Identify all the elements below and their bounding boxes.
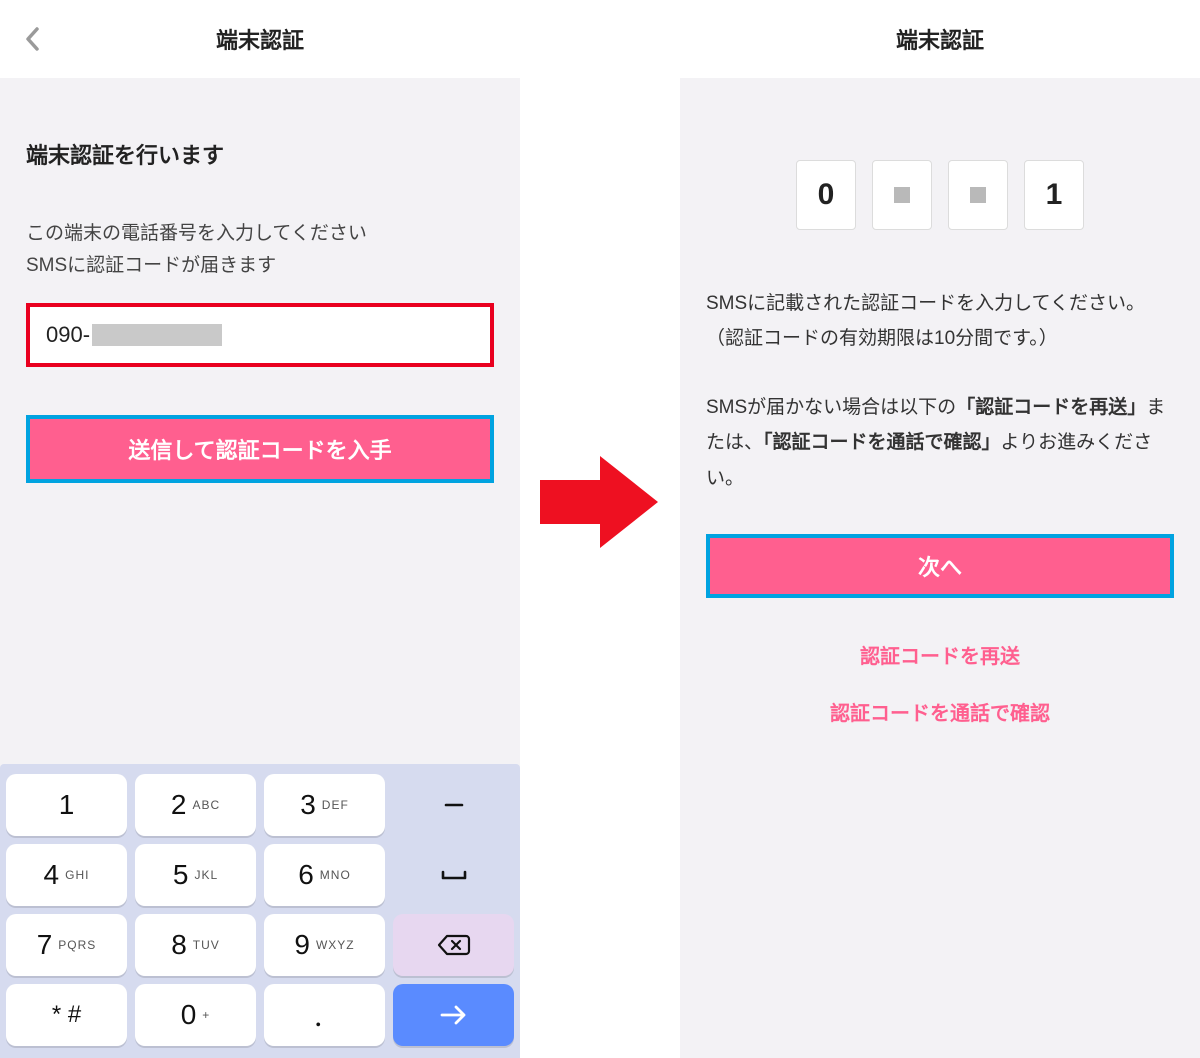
- minus-icon: [440, 791, 468, 819]
- keypad-key-4[interactable]: 4GHI: [6, 844, 127, 906]
- keypad-key-6[interactable]: 6MNO: [264, 844, 385, 906]
- numeric-keypad: 1 2ABC 3DEF 4GHI 5JKL 6MNO 7PQRS 8TUV: [0, 764, 520, 1058]
- resend-code-link[interactable]: 認証コードを再送: [706, 640, 1174, 669]
- body: 0 1 SMSに記載された認証コードを入力してください。 （認証コードの有効期限…: [680, 78, 1200, 1058]
- next-button-label: 次へ: [918, 550, 962, 582]
- phone-prefix: 090-: [46, 322, 90, 348]
- masked-square-icon: [894, 187, 910, 203]
- arrow-right-icon: [437, 1001, 471, 1029]
- heading: 端末認証を行います: [26, 78, 494, 170]
- header: 端末認証: [680, 0, 1200, 78]
- code-instruction: SMSに記載された認証コードを入力してください。 （認証コードの有効期限は10分…: [706, 286, 1174, 356]
- code-digit-4[interactable]: 1: [1024, 160, 1084, 230]
- next-button[interactable]: 次へ: [706, 534, 1174, 598]
- confirm-by-call-link[interactable]: 認証コードを通話で確認: [706, 697, 1174, 726]
- back-button[interactable]: [18, 24, 48, 54]
- keypad-key-3[interactable]: 3DEF: [264, 774, 385, 836]
- keypad-key-9[interactable]: 9WXYZ: [264, 914, 385, 976]
- screen-phone-entry: 端末認証 端末認証を行います この端末の電話番号を入力してください SMSに認証…: [0, 0, 520, 1058]
- flow-arrow: [540, 452, 660, 552]
- page-title: 端末認証: [896, 23, 984, 55]
- code-digit-2[interactable]: [872, 160, 932, 230]
- instruction-line2: SMSに認証コードが届きます: [26, 255, 276, 276]
- phone-number-input[interactable]: 090-: [26, 303, 494, 367]
- keypad-key-backspace[interactable]: [393, 914, 514, 976]
- keypad-key-go[interactable]: [393, 984, 514, 1046]
- screen-code-entry: 端末認証 0 1 SMSに記載された認証コードを入力してください。 （認証コード…: [680, 0, 1200, 1058]
- backspace-icon: [436, 931, 472, 959]
- instruction-line1: この端末の電話番号を入力してください: [26, 223, 367, 244]
- help-instruction: SMSが届かない場合は以下の「認証コードを再送」または、「認証コードを通話で確認…: [706, 390, 1174, 495]
- keypad-key-sym[interactable]: * #: [6, 984, 127, 1046]
- send-code-button-label: 送信して認証コードを入手: [128, 433, 391, 465]
- page-title: 端末認証: [216, 23, 304, 55]
- keypad-key-minus[interactable]: [393, 774, 514, 836]
- keypad-key-2[interactable]: 2ABC: [135, 774, 256, 836]
- code-input-row: 0 1: [706, 78, 1174, 230]
- keypad-key-7[interactable]: 7PQRS: [6, 914, 127, 976]
- keypad-key-dot[interactable]: ．: [264, 984, 385, 1046]
- keypad-key-1[interactable]: 1: [6, 774, 127, 836]
- header: 端末認証: [0, 0, 520, 78]
- send-code-button[interactable]: 送信して認証コードを入手: [26, 415, 494, 483]
- code-digit-1[interactable]: 0: [796, 160, 856, 230]
- phone-redacted: [92, 324, 222, 346]
- keypad-key-5[interactable]: 5JKL: [135, 844, 256, 906]
- keypad-key-space[interactable]: [393, 844, 514, 906]
- chevron-left-icon: [23, 25, 43, 53]
- keypad-key-8[interactable]: 8TUV: [135, 914, 256, 976]
- instruction-text: この端末の電話番号を入力してください SMSに認証コードが届きます: [26, 218, 494, 283]
- space-icon: [437, 861, 471, 889]
- big-arrow-right-icon: [540, 452, 660, 552]
- code-digit-3[interactable]: [948, 160, 1008, 230]
- keypad-key-0[interactable]: 0+: [135, 984, 256, 1046]
- masked-square-icon: [970, 187, 986, 203]
